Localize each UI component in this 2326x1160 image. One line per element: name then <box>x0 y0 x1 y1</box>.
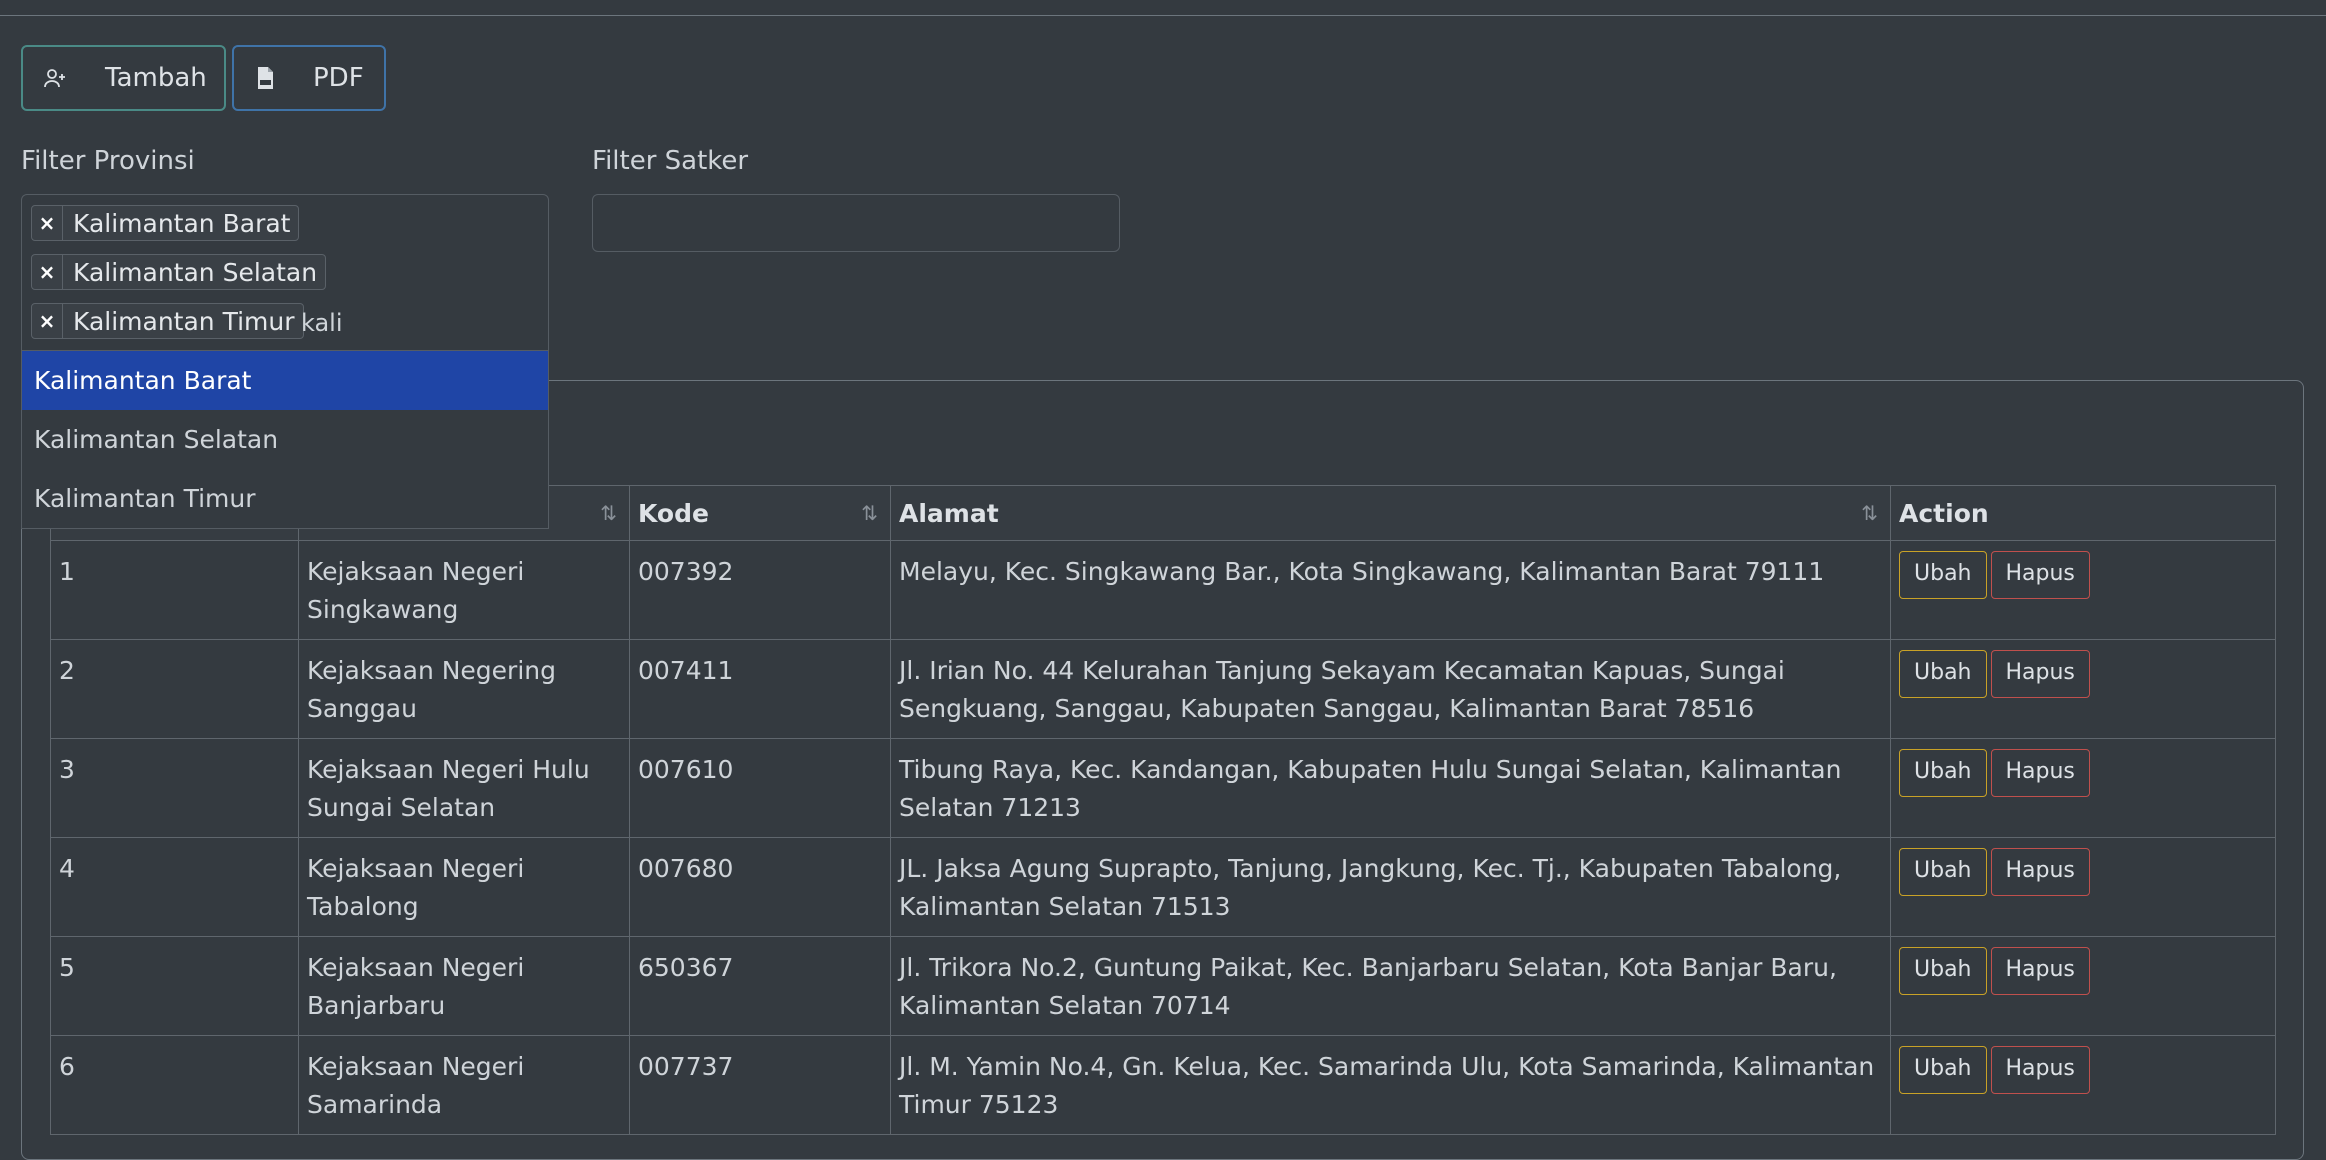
delete-button[interactable]: Hapus <box>1990 749 2090 797</box>
table-row: 6 Kejaksaan Negeri Samarinda 007737 Jl. … <box>50 1035 2276 1135</box>
sort-icon[interactable]: ⇅ <box>861 501 878 525</box>
cell-alamat: Melayu, Kec. Singkawang Bar., Kota Singk… <box>890 540 1891 640</box>
delete-button[interactable]: Hapus <box>1990 1046 2090 1094</box>
provinsi-dropdown: Kalimantan Barat Kalimantan Selatan Kali… <box>21 351 549 529</box>
selected-chip: × Kalimantan Selatan <box>31 254 327 290</box>
chip-label: Kalimantan Timur <box>73 306 295 336</box>
cell-no: 6 <box>50 1035 299 1135</box>
sort-icon[interactable]: ⇅ <box>1861 501 1878 525</box>
pdf-file-icon <box>253 66 277 90</box>
cell-nama: Kejaksaan Negeri Hulu Sungai Selatan <box>298 738 630 838</box>
satker-table: ⇅ Kode ⇅ Alamat ⇅ Action 1 Kejaksaan Neger… <box>50 485 2276 1135</box>
cell-nama: Kejaksaan Negering Sanggau <box>298 639 630 739</box>
column-header-kode[interactable]: Kode ⇅ <box>629 485 891 541</box>
provinsi-search-input[interactable]: kali <box>301 309 343 337</box>
cell-action: Ubah Hapus <box>1890 1035 2276 1135</box>
sort-icon[interactable]: ⇅ <box>600 501 617 525</box>
add-button[interactable]: Tambah <box>21 45 226 111</box>
dropdown-option[interactable]: Kalimantan Barat <box>22 351 548 410</box>
pdf-button[interactable]: PDF <box>232 45 386 111</box>
dropdown-option[interactable]: Kalimantan Selatan <box>22 410 548 469</box>
provinsi-multiselect[interactable]: × Kalimantan Barat × Kalimantan Selatan … <box>21 194 549 351</box>
cell-action: Ubah Hapus <box>1890 540 2276 640</box>
filter-satker-label: Filter Satker <box>592 146 749 176</box>
satker-select[interactable] <box>592 194 1120 252</box>
user-plus-icon <box>43 66 67 90</box>
table-row: 5 Kejaksaan Negeri Banjarbaru 650367 Jl.… <box>50 936 2276 1036</box>
delete-button[interactable]: Hapus <box>1990 551 2090 599</box>
add-button-label: Tambah <box>105 63 207 93</box>
edit-button[interactable]: Ubah <box>1899 650 1987 698</box>
cell-action: Ubah Hapus <box>1890 639 2276 739</box>
cell-nama: Kejaksaan Negeri Samarinda <box>298 1035 630 1135</box>
delete-button[interactable]: Hapus <box>1990 650 2090 698</box>
table-row: 1 Kejaksaan Negeri Singkawang 007392 Mel… <box>50 540 2276 640</box>
cell-action: Ubah Hapus <box>1890 936 2276 1036</box>
cell-action: Ubah Hapus <box>1890 837 2276 937</box>
cell-no: 4 <box>50 837 299 937</box>
chip-label: Kalimantan Barat <box>73 208 291 238</box>
remove-chip-icon[interactable]: × <box>32 304 63 338</box>
cell-kode: 007737 <box>629 1035 891 1135</box>
cell-nama: Kejaksaan Negeri Banjarbaru <box>298 936 630 1036</box>
filter-provinsi-label: Filter Provinsi <box>21 146 195 176</box>
edit-button[interactable]: Ubah <box>1899 1046 1987 1094</box>
delete-button[interactable]: Hapus <box>1990 947 2090 995</box>
cell-alamat: Jl. M. Yamin No.4, Gn. Kelua, Kec. Samar… <box>890 1035 1891 1135</box>
cell-no: 3 <box>50 738 299 838</box>
column-header-alamat[interactable]: Alamat ⇅ <box>890 485 1891 541</box>
pdf-button-label: PDF <box>313 63 364 93</box>
cell-alamat: Jl. Trikora No.2, Guntung Paikat, Kec. B… <box>890 936 1891 1036</box>
edit-button[interactable]: Ubah <box>1899 947 1987 995</box>
column-header-action: Action <box>1890 485 2276 541</box>
table-row: 3 Kejaksaan Negeri Hulu Sungai Selatan 0… <box>50 738 2276 838</box>
cell-alamat: Tibung Raya, Kec. Kandangan, Kabupaten H… <box>890 738 1891 838</box>
table-row: 2 Kejaksaan Negering Sanggau 007411 Jl. … <box>50 639 2276 739</box>
cell-nama: Kejaksaan Negeri Singkawang <box>298 540 630 640</box>
remove-chip-icon[interactable]: × <box>32 255 63 289</box>
cell-no: 5 <box>50 936 299 1036</box>
cell-no: 2 <box>50 639 299 739</box>
cell-action: Ubah Hapus <box>1890 738 2276 838</box>
cell-kode: 007392 <box>629 540 891 640</box>
cell-kode: 650367 <box>629 936 891 1036</box>
cell-kode: 007680 <box>629 837 891 937</box>
cell-alamat: Jl. Irian No. 44 Kelurahan Tanjung Sekay… <box>890 639 1891 739</box>
cell-nama: Kejaksaan Negeri Tabalong <box>298 837 630 937</box>
cell-no: 1 <box>50 540 299 640</box>
chip-label: Kalimantan Selatan <box>73 257 318 287</box>
delete-button[interactable]: Hapus <box>1990 848 2090 896</box>
selected-chip: × Kalimantan Barat <box>31 205 300 241</box>
cell-kode: 007411 <box>629 639 891 739</box>
top-divider <box>0 15 2326 16</box>
edit-button[interactable]: Ubah <box>1899 749 1987 797</box>
cell-kode: 007610 <box>629 738 891 838</box>
selected-chip: × Kalimantan Timur <box>31 303 304 339</box>
edit-button[interactable]: Ubah <box>1899 551 1987 599</box>
cell-alamat: JL. Jaksa Agung Suprapto, Tanjung, Jangk… <box>890 837 1891 937</box>
edit-button[interactable]: Ubah <box>1899 848 1987 896</box>
dropdown-option[interactable]: Kalimantan Timur <box>22 469 548 528</box>
remove-chip-icon[interactable]: × <box>32 206 63 240</box>
table-row: 4 Kejaksaan Negeri Tabalong 007680 JL. J… <box>50 837 2276 937</box>
